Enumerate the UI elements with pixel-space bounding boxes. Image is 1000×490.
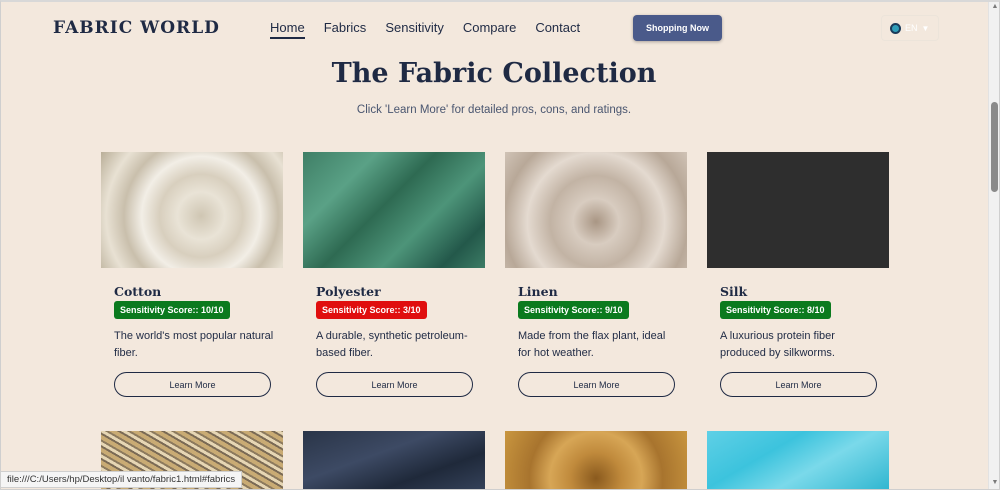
chevron-down-icon: ▼ <box>921 23 930 33</box>
vertical-scrollbar[interactable]: ▲ ▼ <box>988 0 1000 490</box>
learn-more-button[interactable]: Learn More <box>316 372 473 397</box>
scrollbar-thumb[interactable] <box>991 102 998 192</box>
sensitivity-badge: Sensitivity Score:: 9/10 <box>518 301 629 319</box>
fabric-image <box>101 152 283 268</box>
learn-more-button[interactable]: Learn More <box>114 372 271 397</box>
status-bar-url: file:///C:/Users/hp/Desktop/il vanto/fab… <box>0 471 243 488</box>
fabric-image <box>707 431 889 490</box>
fabric-image <box>303 152 485 268</box>
fabric-card-silk: Silk Sensitivity Score:: 8/10 A luxuriou… <box>707 152 889 397</box>
fabric-name: Cotton <box>114 284 162 299</box>
fabric-card-polyester: Polyester Sensitivity Score:: 3/10 A dur… <box>303 152 485 397</box>
sensitivity-badge: Sensitivity Score:: 3/10 <box>316 301 427 319</box>
page-subtitle: Click 'Learn More' for detailed pros, co… <box>356 104 632 116</box>
fabric-image <box>707 152 889 268</box>
fabric-image <box>303 431 485 490</box>
fabric-card-cotton: Cotton Sensitivity Score:: 10/10 The wor… <box>101 152 283 397</box>
language-selector[interactable]: EN ▼ <box>881 15 939 41</box>
nav-link-sensitivity[interactable]: Sensitivity <box>385 20 444 39</box>
fabric-description: Made from the flax plant, ideal for hot … <box>518 330 666 359</box>
shopping-now-button[interactable]: Shopping Now <box>633 15 722 41</box>
nav-menu: Home Fabrics Sensitivity Compare Contact <box>270 20 599 39</box>
learn-more-button[interactable]: Learn More <box>518 372 675 397</box>
sensitivity-badge: Sensitivity Score:: 10/10 <box>114 301 230 319</box>
fabric-image <box>505 152 687 268</box>
fabric-description: A luxurious protein fiber produced by si… <box>720 330 835 359</box>
nav-link-home[interactable]: Home <box>270 20 305 39</box>
scroll-down-icon[interactable]: ▼ <box>991 478 999 488</box>
learn-more-button[interactable]: Learn More <box>720 372 877 397</box>
page-title: The Fabric Collection <box>331 58 657 89</box>
globe-icon <box>890 22 901 34</box>
fabric-image <box>505 431 687 490</box>
navbar: FABRIC WORLD Home Fabrics Sensitivity Co… <box>0 12 988 44</box>
fabric-name: Silk <box>720 284 748 299</box>
scroll-up-icon[interactable]: ▲ <box>991 2 999 12</box>
nav-link-contact[interactable]: Contact <box>535 20 580 39</box>
fabric-description: A durable, synthetic petroleum-based fib… <box>316 330 468 359</box>
site-logo[interactable]: FABRIC WORLD <box>53 18 220 38</box>
fabric-description: The world's most popular natural fiber. <box>114 330 274 359</box>
fabric-name: Linen <box>518 284 558 299</box>
sensitivity-badge: Sensitivity Score:: 8/10 <box>720 301 831 319</box>
nav-link-fabrics[interactable]: Fabrics <box>324 20 367 39</box>
fabric-card-linen: Linen Sensitivity Score:: 9/10 Made from… <box>505 152 687 397</box>
fabric-name: Polyester <box>316 284 381 299</box>
nav-link-compare[interactable]: Compare <box>463 20 516 39</box>
language-label: EN <box>905 23 918 33</box>
